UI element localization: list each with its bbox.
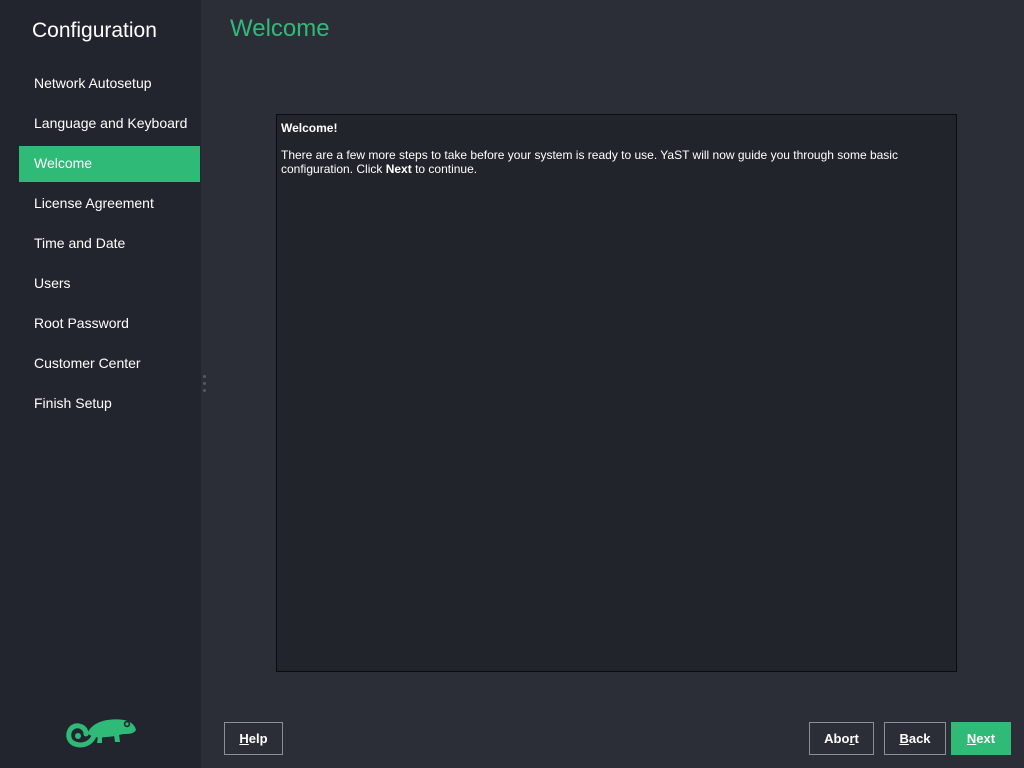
help-button[interactable]: Help [224, 722, 283, 755]
step-language-and-keyboard[interactable]: Language and Keyboard [19, 106, 200, 142]
sidebar: Configuration Network Autosetup Language… [0, 0, 201, 768]
back-button[interactable]: Back [884, 722, 946, 755]
panel-splitter-handle[interactable] [203, 375, 207, 395]
welcome-body-text-end: to continue. [411, 162, 478, 176]
step-license-agreement[interactable]: License Agreement [19, 186, 200, 222]
sidebar-title: Configuration [32, 19, 157, 42]
page-title: Welcome [230, 15, 330, 42]
welcome-text-area: Welcome! There are a few more steps to t… [276, 114, 957, 672]
welcome-body-text: There are a few more steps to take befor… [281, 148, 898, 176]
step-root-password[interactable]: Root Password [19, 306, 200, 342]
step-users[interactable]: Users [19, 266, 200, 302]
step-finish-setup[interactable]: Finish Setup [19, 386, 200, 422]
step-customer-center[interactable]: Customer Center [19, 346, 200, 382]
abort-button[interactable]: Abo r t [809, 722, 874, 755]
step-time-and-date[interactable]: Time and Date [19, 226, 200, 262]
chameleon-logo-icon [66, 719, 136, 748]
step-network-autosetup[interactable]: Network Autosetup [19, 66, 200, 102]
step-list: Network Autosetup Language and Keyboard … [19, 66, 200, 426]
welcome-heading: Welcome! [281, 121, 338, 135]
welcome-body-next-emphasis: Next [385, 162, 412, 176]
welcome-body: There are a few more steps to take befor… [281, 148, 952, 176]
next-button[interactable]: Next [951, 722, 1011, 755]
step-welcome[interactable]: Welcome [19, 146, 200, 182]
